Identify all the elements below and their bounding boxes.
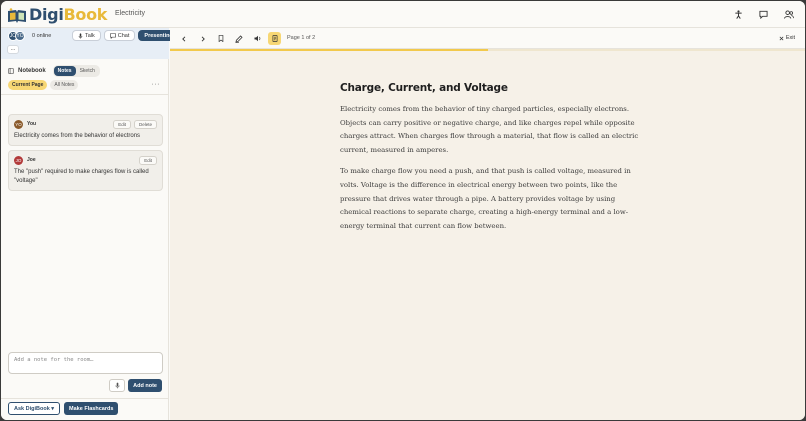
notes-panel-toggle[interactable] (268, 32, 281, 45)
reading-progress-fill (170, 49, 488, 51)
highlight-button[interactable] (232, 32, 245, 45)
book-logo-icon (8, 8, 26, 23)
users-icon[interactable] (782, 8, 795, 21)
exit-label: Exit (785, 35, 795, 41)
divider (1, 94, 169, 95)
filter-current-page[interactable]: Current Page (8, 80, 48, 90)
sidebar-footer: Ask DigiBook ▾ Make Flashcards (8, 402, 119, 415)
note-text: The "push" required to make charges flow… (14, 169, 149, 184)
brand-name: DigiBook (29, 5, 108, 24)
more-options-button[interactable]: ... (7, 45, 19, 54)
app-window: DigiBook Electricity JO YO 0 online Talk… (1, 1, 805, 420)
page-indicator: Page 1 of 2 (287, 35, 316, 41)
notebook-header: Notebook Notes Sketch (8, 65, 100, 77)
bookmark-button[interactable] (214, 32, 227, 45)
exit-button[interactable]: Exit (779, 35, 795, 41)
avatar: YO (14, 119, 23, 129)
note-card: YO You Edit Delete Electricity comes fro… (8, 114, 163, 146)
speaker-icon (254, 35, 260, 42)
paragraph: Electricity comes from the behavior of t… (340, 105, 639, 154)
room-modes: Talk Chat Presenting (72, 30, 179, 41)
note-filters: Current Page All Notes (8, 80, 79, 90)
note-author: Joe (27, 157, 36, 163)
page-content: Charge, Current, and Voltage Electricity… (340, 82, 640, 241)
notes-menu-button[interactable]: ··· (152, 81, 161, 88)
reader-toolbar: Page 1 of 2 Exit (170, 28, 805, 49)
next-page-button[interactable] (196, 32, 209, 45)
bookmark-icon (218, 35, 223, 42)
paragraph: To make charge flow you need a push, and… (340, 167, 631, 230)
page-topic: Electricity (115, 10, 145, 17)
divider (1, 398, 169, 399)
add-note-button[interactable]: Add note (128, 379, 162, 392)
digibook-logo[interactable]: DigiBook (7, 4, 111, 27)
previous-page-button[interactable] (177, 32, 190, 45)
chevron-left-icon (181, 35, 185, 42)
tab-notes[interactable]: Notes (53, 66, 76, 76)
dictate-button[interactable] (109, 379, 126, 392)
pen-icon (234, 34, 243, 43)
accessibility-icon[interactable] (732, 8, 745, 21)
close-icon (779, 36, 784, 40)
notebook-title: Notebook (18, 68, 46, 74)
online-count: 0 online (32, 33, 52, 39)
make-flashcards-button[interactable]: Make Flashcards (64, 402, 119, 415)
chat-button[interactable]: Chat (103, 30, 136, 41)
room-bar: JO YO 0 online Talk Chat Presenting ... (1, 28, 179, 59)
note-author: You (27, 121, 37, 127)
filter-all-notes[interactable]: All Notes (50, 80, 79, 90)
note-card: JO Joe Edit The "push" required to make … (8, 150, 163, 191)
top-actions (732, 8, 795, 21)
talk-button[interactable]: Talk (72, 30, 101, 41)
messages-icon[interactable] (757, 8, 770, 21)
notebook-icon (8, 68, 14, 74)
note-input[interactable]: Add a note for the room… (8, 352, 163, 374)
chat-label: Chat (117, 32, 130, 39)
talk-label: Talk (85, 32, 95, 39)
avatar-stack[interactable]: JO YO (8, 31, 26, 41)
note-text: Electricity comes from the behavior of e… (14, 133, 141, 139)
notes-icon (272, 35, 277, 42)
tab-sketch[interactable]: Sketch (76, 66, 99, 76)
avatar: JO (14, 155, 23, 165)
chat-icon (109, 32, 116, 39)
ask-digibook-button[interactable]: Ask DigiBook ▾ (8, 402, 61, 415)
note-actions: Add note (109, 379, 162, 392)
delete-note-button[interactable]: Delete (133, 119, 157, 129)
microphone-icon (78, 32, 83, 39)
chevron-right-icon (201, 35, 205, 42)
microphone-icon (115, 382, 120, 389)
top-header: DigiBook Electricity (1, 1, 805, 28)
section-title: Charge, Current, and Voltage (340, 82, 508, 94)
avatar: YO (15, 31, 25, 41)
sidebar: JO YO 0 online Talk Chat Presenting ... … (1, 28, 179, 420)
reading-progress (170, 49, 805, 51)
edit-note-button[interactable]: Edit (113, 119, 131, 129)
reader-pane: Page 1 of 2 Exit Charge, Current, and Vo… (170, 28, 805, 420)
edit-note-button[interactable]: Edit (139, 155, 157, 165)
notebook-tabs: Notes Sketch (52, 65, 100, 77)
read-aloud-button[interactable] (251, 32, 264, 45)
